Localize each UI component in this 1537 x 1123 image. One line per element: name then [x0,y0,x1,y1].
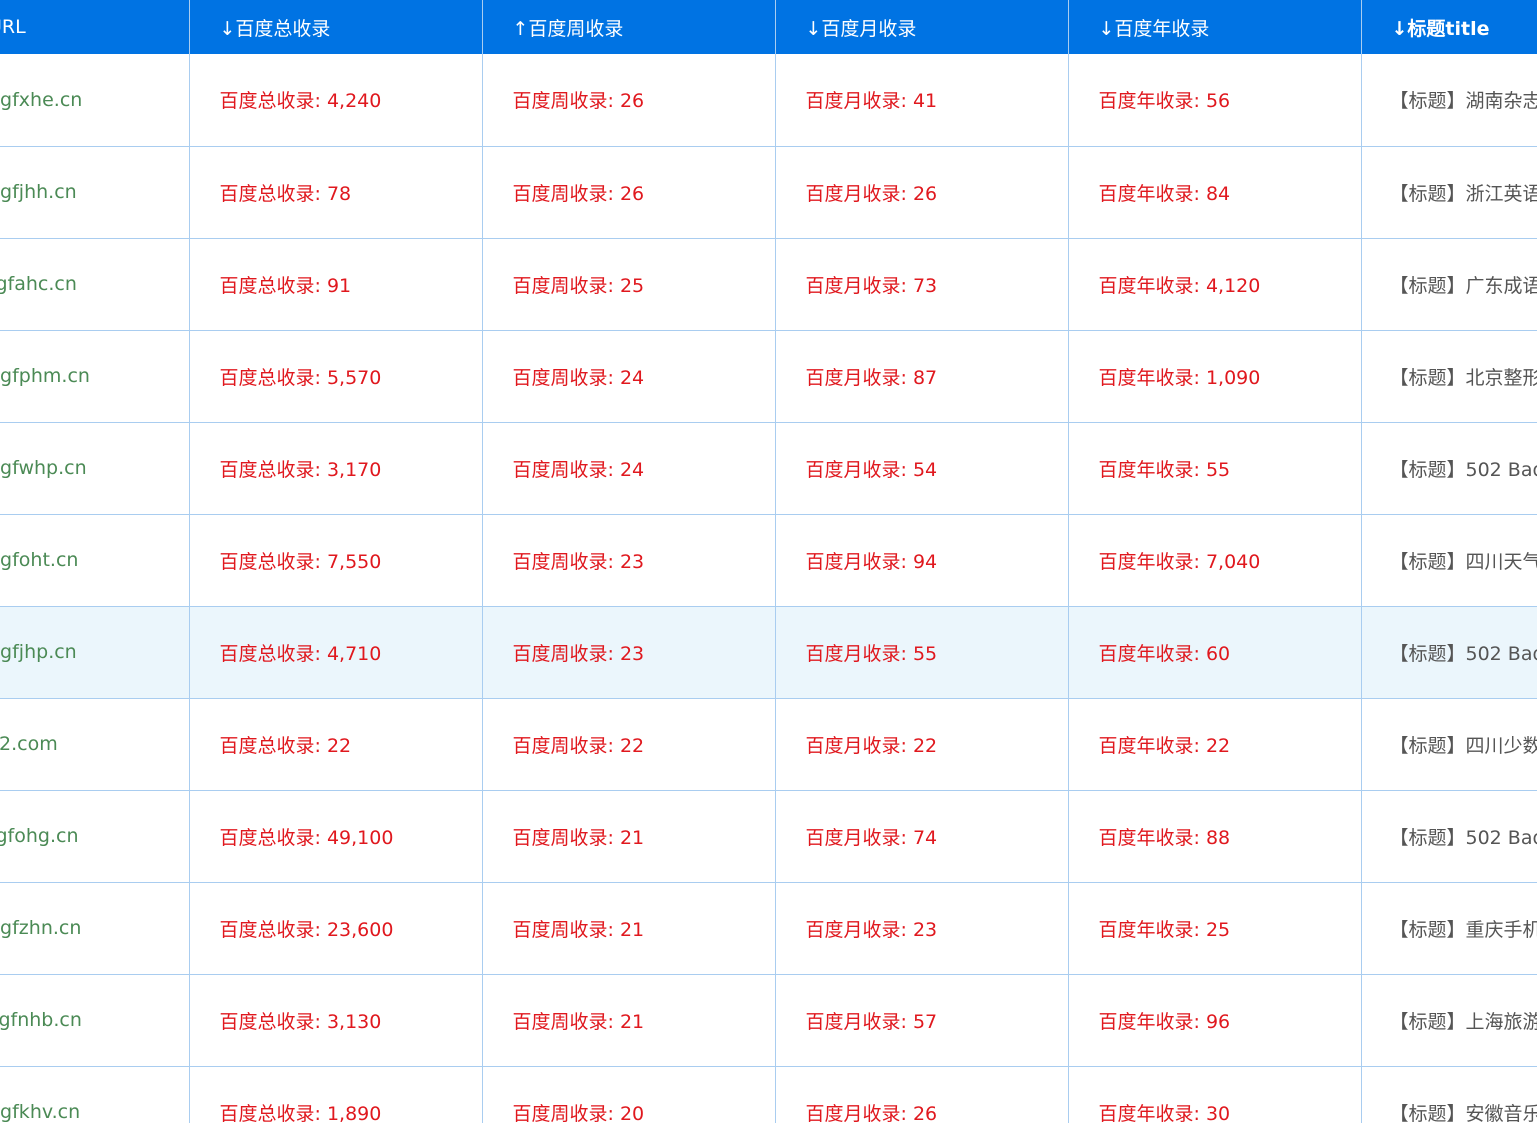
baidu-month-index-value: 百度月收录: 73 [775,238,1069,331]
baidu-week-index-value: 百度周收录: 22 [482,698,776,791]
baidu-month-index-value: 百度月收录: 23 [775,882,1069,975]
results-table-container: URL ↓百度总收录 ↑百度周收录 ↓百度月收录 ↓百度年收录 ↓标题title… [0,0,1537,1123]
baidu-year-index-value: 百度年收录: 4,120 [1068,238,1362,331]
site-url-link[interactable]: bgfxhe.cn [0,54,190,147]
table-row[interactable]: bgfjhh.cn百度总收录: 78百度周收录: 26百度月收录: 26百度年收… [0,146,1537,239]
page-title-value: 【标题】502 Bad [1361,422,1537,515]
baidu-year-index-value: 百度年收录: 1,090 [1068,330,1362,423]
baidu-month-index-value: 百度月收录: 26 [775,1066,1069,1123]
table-row[interactable]: k2.com百度总收录: 22百度周收录: 22百度月收录: 22百度年收录: … [0,698,1537,791]
baidu-week-index-value: 百度周收录: 21 [482,974,776,1067]
site-url-link[interactable]: qgfzhn.cn [0,882,190,975]
baidu-week-index-value: 百度周收录: 26 [482,54,776,147]
baidu-week-index-value: 百度周收录: 21 [482,882,776,975]
page-title-value: 【标题】广东成语 [1361,238,1537,331]
baidu-year-index-value: 百度年收录: 60 [1068,606,1362,699]
baidu-week-index-value: 百度周收录: 25 [482,238,776,331]
baidu-total-index-value: 百度总收录: 7,550 [189,514,483,607]
table-row[interactable]: rgfahc.cn百度总收录: 91百度周收录: 25百度月收录: 73百度年收… [0,238,1537,331]
baidu-month-index-value: 百度月收录: 54 [775,422,1069,515]
baidu-month-index-value: 百度月收录: 57 [775,974,1069,1067]
baidu-total-index-value: 百度总收录: 78 [189,146,483,239]
baidu-year-index-value: 百度年收录: 25 [1068,882,1362,975]
site-url-link[interactable]: cgfnhb.cn [0,974,190,1067]
site-url-link[interactable]: bgfjhh.cn [0,146,190,239]
table-row[interactable]: cgfnhb.cn百度总收录: 3,130百度周收录: 21百度月收录: 57百… [0,974,1537,1067]
baidu-year-index-value: 百度年收录: 88 [1068,790,1362,883]
site-url-link[interactable]: ugfwhp.cn [0,422,190,515]
baidu-month-index-value: 百度月收录: 87 [775,330,1069,423]
page-title-value: 【标题】北京整形 [1361,330,1537,423]
page-title-value: 【标题】上海旅游 [1361,974,1537,1067]
baidu-total-index-value: 百度总收录: 4,240 [189,54,483,147]
baidu-total-index-value: 百度总收录: 3,170 [189,422,483,515]
site-url-link[interactable]: rgfahc.cn [0,238,190,331]
baidu-year-index-value: 百度年收录: 22 [1068,698,1362,791]
column-header-baidu-month[interactable]: ↓百度月收录 [775,0,1069,54]
baidu-month-index-value: 百度月收录: 74 [775,790,1069,883]
baidu-week-index-value: 百度周收录: 24 [482,422,776,515]
baidu-total-index-value: 百度总收录: 91 [189,238,483,331]
site-url-link[interactable]: qgfoht.cn [0,514,190,607]
baidu-month-index-value: 百度月收录: 94 [775,514,1069,607]
table-row[interactable]: ugfwhp.cn百度总收录: 3,170百度周收录: 24百度月收录: 54百… [0,422,1537,515]
table-row[interactable]: bgfjhp.cn百度总收录: 4,710百度周收录: 23百度月收录: 55百… [0,606,1537,699]
column-header-title[interactable]: ↓标题title [1361,0,1537,54]
site-url-link[interactable]: k2.com [0,698,190,791]
page-title-value: 【标题】浙江英语 [1361,146,1537,239]
site-url-link[interactable]: qgfphm.cn [0,330,190,423]
table-row[interactable]: qgfoht.cn百度总收录: 7,550百度周收录: 23百度月收录: 94百… [0,514,1537,607]
baidu-total-index-value: 百度总收录: 4,710 [189,606,483,699]
page-title-value: 【标题】重庆手机 [1361,882,1537,975]
baidu-total-index-value: 百度总收录: 5,570 [189,330,483,423]
baidu-week-index-value: 百度周收录: 23 [482,514,776,607]
table-row[interactable]: bgfxhe.cn百度总收录: 4,240百度周收录: 26百度月收录: 41百… [0,54,1537,147]
column-header-baidu-total[interactable]: ↓百度总收录 [189,0,483,54]
table-header: URL ↓百度总收录 ↑百度周收录 ↓百度月收录 ↓百度年收录 ↓标题title [0,0,1537,54]
baidu-year-index-value: 百度年收录: 55 [1068,422,1362,515]
page-title-value: 【标题】安徽音乐 [1361,1066,1537,1123]
baidu-total-index-value: 百度总收录: 3,130 [189,974,483,1067]
page-title-value: 【标题】四川天气 [1361,514,1537,607]
table-row[interactable]: rgfohg.cn百度总收录: 49,100百度周收录: 21百度月收录: 74… [0,790,1537,883]
page-title-value: 【标题】502 Bad [1361,790,1537,883]
baidu-week-index-value: 百度周收录: 24 [482,330,776,423]
baidu-week-index-value: 百度周收录: 26 [482,146,776,239]
baidu-total-index-value: 百度总收录: 49,100 [189,790,483,883]
table-row[interactable]: bgfkhv.cn百度总收录: 1,890百度周收录: 20百度月收录: 26百… [0,1066,1537,1123]
column-header-baidu-week[interactable]: ↑百度周收录 [482,0,776,54]
column-header-url[interactable]: URL [0,0,190,54]
baidu-year-index-value: 百度年收录: 84 [1068,146,1362,239]
page-title-value: 【标题】502 Bad [1361,606,1537,699]
baidu-week-index-value: 百度周收录: 23 [482,606,776,699]
baidu-total-index-value: 百度总收录: 23,600 [189,882,483,975]
site-index-table: URL ↓百度总收录 ↑百度周收录 ↓百度月收录 ↓百度年收录 ↓标题title… [0,0,1537,1123]
baidu-week-index-value: 百度周收录: 20 [482,1066,776,1123]
page-title-value: 【标题】湖南杂志 [1361,54,1537,147]
baidu-month-index-value: 百度月收录: 22 [775,698,1069,791]
baidu-total-index-value: 百度总收录: 1,890 [189,1066,483,1123]
baidu-total-index-value: 百度总收录: 22 [189,698,483,791]
baidu-month-index-value: 百度月收录: 55 [775,606,1069,699]
table-row[interactable]: qgfphm.cn百度总收录: 5,570百度周收录: 24百度月收录: 87百… [0,330,1537,423]
site-url-link[interactable]: rgfohg.cn [0,790,190,883]
baidu-year-index-value: 百度年收录: 7,040 [1068,514,1362,607]
page-title-value: 【标题】四川少数 [1361,698,1537,791]
site-url-link[interactable]: bgfkhv.cn [0,1066,190,1123]
table-body: bgfxhe.cn百度总收录: 4,240百度周收录: 26百度月收录: 41百… [0,54,1537,1123]
baidu-year-index-value: 百度年收录: 56 [1068,54,1362,147]
baidu-year-index-value: 百度年收录: 30 [1068,1066,1362,1123]
baidu-week-index-value: 百度周收录: 21 [482,790,776,883]
table-row[interactable]: qgfzhn.cn百度总收录: 23,600百度周收录: 21百度月收录: 23… [0,882,1537,975]
baidu-month-index-value: 百度月收录: 26 [775,146,1069,239]
header-row: URL ↓百度总收录 ↑百度周收录 ↓百度月收录 ↓百度年收录 ↓标题title [0,0,1537,54]
baidu-month-index-value: 百度月收录: 41 [775,54,1069,147]
baidu-year-index-value: 百度年收录: 96 [1068,974,1362,1067]
column-header-baidu-year[interactable]: ↓百度年收录 [1068,0,1362,54]
site-url-link[interactable]: bgfjhp.cn [0,606,190,699]
